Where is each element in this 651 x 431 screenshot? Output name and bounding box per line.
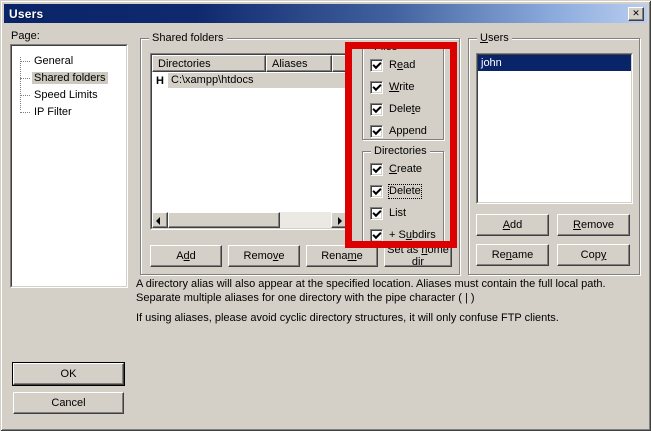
- user-copy-button[interactable]: Copy: [557, 244, 630, 266]
- horizontal-scrollbar[interactable]: [152, 212, 347, 228]
- directories-permissions-group: Directories Create Delete List + Subdirs: [362, 151, 444, 243]
- scrollbar-thumb[interactable]: [168, 212, 280, 228]
- checkbox-checked-icon[interactable]: [370, 125, 383, 138]
- checkbox-checked-icon[interactable]: [370, 185, 383, 198]
- checkbox-checked-icon[interactable]: [370, 207, 383, 220]
- users-group-label: Users: [477, 31, 512, 45]
- page-list[interactable]: General Shared folders Speed Limits IP F…: [10, 44, 128, 288]
- button-label: Copy: [581, 249, 607, 261]
- page-item-label: Speed Limits: [32, 89, 100, 101]
- directories-listview[interactable]: Directories Aliases H C:\xampp\htdocs: [150, 53, 349, 230]
- page-item-label-selected: Shared folders: [32, 72, 108, 84]
- button-label: Remove: [573, 219, 614, 231]
- checkbox-checked-icon[interactable]: [370, 103, 383, 116]
- column-header-directories[interactable]: Directories: [152, 55, 266, 72]
- scroll-left-icon: [156, 217, 160, 225]
- user-add-button[interactable]: Add: [476, 214, 549, 236]
- checkbox-write[interactable]: Write: [370, 81, 427, 94]
- checkbox-delete-files[interactable]: Delete: [370, 103, 427, 116]
- button-label: Set as home dir: [385, 244, 451, 268]
- window-title: Users: [9, 7, 628, 21]
- page-tree: General Shared folders Speed Limits IP F…: [13, 47, 125, 285]
- column-header-aliases[interactable]: Aliases: [266, 55, 332, 72]
- shared-folders-group-label: Shared folders: [149, 31, 227, 45]
- checkbox-label-focused: Delete: [389, 185, 421, 198]
- checkbox-list[interactable]: List: [370, 207, 436, 220]
- users-dialog: Users ✕ Page: General Shared folders Spe…: [0, 0, 651, 431]
- checkbox-subdirs[interactable]: + Subdirs: [370, 229, 436, 242]
- files-permissions-group: Files Read Write Delete Append: [362, 47, 444, 140]
- cancel-button[interactable]: Cancel: [13, 392, 124, 414]
- button-label: Cancel: [51, 397, 85, 409]
- folder-remove-button[interactable]: Remove: [228, 245, 300, 267]
- set-as-home-dir-button[interactable]: Set as home dir: [384, 245, 452, 267]
- checkbox-label: Append: [389, 125, 427, 138]
- home-flag: H: [152, 75, 168, 87]
- button-label: Remove: [244, 250, 285, 262]
- folder-buttons-row: Add Remove Rename Set as home dir: [150, 245, 452, 267]
- checkbox-label: Create: [389, 163, 422, 176]
- users-group: Users john Add Remove Rename Copy: [468, 38, 640, 275]
- folder-add-button[interactable]: Add: [150, 245, 222, 267]
- scrollbar-track[interactable]: [280, 212, 331, 228]
- alias-note-text: A directory alias will also appear at th…: [136, 277, 641, 305]
- button-label: Rename: [321, 250, 363, 262]
- scroll-left-button[interactable]: [152, 212, 168, 228]
- checkbox-label: Delete: [389, 103, 421, 116]
- page-item-label: IP Filter: [32, 106, 74, 118]
- cyclic-note-text: If using aliases, please avoid cyclic di…: [136, 311, 641, 325]
- checkbox-delete-dirs[interactable]: Delete: [370, 185, 436, 198]
- page-item-speed-limits[interactable]: Speed Limits: [13, 87, 125, 104]
- page-item-label: General: [32, 55, 75, 67]
- directories-checkbox-list: Create Delete List + Subdirs: [370, 163, 436, 242]
- checkbox-label: + Subdirs: [389, 229, 436, 242]
- user-item-selected[interactable]: john: [478, 55, 631, 71]
- button-label: OK: [61, 368, 77, 380]
- checkbox-label: List: [389, 207, 406, 220]
- ok-button[interactable]: OK: [13, 363, 124, 385]
- scroll-right-button[interactable]: [331, 212, 347, 228]
- user-remove-button[interactable]: Remove: [557, 214, 630, 236]
- checkbox-checked-icon[interactable]: [370, 163, 383, 176]
- checkbox-label: Read: [389, 59, 415, 72]
- page-item-shared-folders[interactable]: Shared folders: [13, 70, 125, 87]
- checkbox-checked-icon[interactable]: [370, 229, 383, 242]
- files-group-label: Files: [371, 40, 400, 54]
- checkbox-read[interactable]: Read: [370, 59, 427, 72]
- close-icon: ✕: [632, 9, 640, 18]
- checkbox-create[interactable]: Create: [370, 163, 436, 176]
- checkbox-checked-icon[interactable]: [370, 81, 383, 94]
- button-label: Add: [503, 219, 523, 231]
- user-rename-button[interactable]: Rename: [476, 244, 549, 266]
- page-item-ip-filter[interactable]: IP Filter: [13, 104, 125, 121]
- files-checkbox-list: Read Write Delete Append: [370, 59, 427, 138]
- page-label: Page:: [11, 30, 40, 42]
- folder-rename-button[interactable]: Rename: [306, 245, 378, 267]
- scroll-right-icon: [338, 217, 342, 225]
- checkbox-label: Write: [389, 81, 414, 94]
- titlebar[interactable]: Users ✕: [4, 4, 647, 23]
- checkbox-append[interactable]: Append: [370, 125, 427, 138]
- button-label: Rename: [492, 249, 534, 261]
- close-button[interactable]: ✕: [628, 7, 644, 21]
- page-item-general[interactable]: General: [13, 53, 125, 70]
- listview-header: Directories Aliases: [152, 55, 347, 72]
- listview-body[interactable]: H C:\xampp\htdocs: [152, 72, 347, 212]
- checkbox-checked-icon[interactable]: [370, 59, 383, 72]
- directory-row[interactable]: H C:\xampp\htdocs: [152, 72, 347, 89]
- directories-group-label: Directories: [371, 144, 430, 158]
- button-label: Add: [176, 250, 196, 262]
- column-header-filler: [332, 55, 347, 72]
- directory-path: C:\xampp\htdocs: [168, 73, 347, 88]
- users-list[interactable]: john: [476, 53, 633, 204]
